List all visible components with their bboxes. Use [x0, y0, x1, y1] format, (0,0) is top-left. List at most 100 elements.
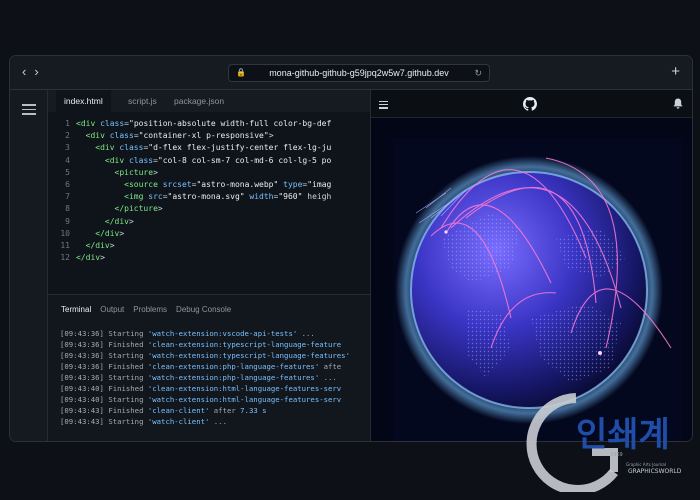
line-code: <div class="container-xl p-responsive">: [85, 131, 274, 141]
line-code: </div>: [76, 253, 105, 263]
line-number: 4: [65, 155, 70, 165]
line-code: </div>: [104, 216, 134, 226]
terminal-task: 'watch-extension:typescript-language-fea…: [147, 351, 350, 360]
reload-icon[interactable]: ↻: [474, 65, 482, 81]
watermark-tagline: Graphic Arts Journal: [626, 462, 666, 467]
preview-toolbar: [371, 90, 692, 118]
tab-output[interactable]: Output: [100, 305, 124, 314]
line-number: 12: [60, 253, 70, 263]
bell-icon[interactable]: [673, 98, 683, 110]
code-line[interactable]: 12 </div>: [48, 252, 370, 264]
line-number: 1: [65, 119, 70, 128]
address-bar[interactable]: 🔒 mona-github-github-g59jpq2w5w7.github.…: [228, 64, 490, 82]
activity-bar: [10, 90, 48, 441]
line-code: <picture>: [114, 167, 158, 177]
plus-icon[interactable]: +: [671, 63, 680, 80]
line-code: <source srcset="astro-mona.webp" type="i…: [124, 179, 332, 189]
line-number: 9: [65, 216, 70, 226]
terminal-verb: Starting: [108, 329, 148, 338]
terminal-verb: Finished: [108, 340, 148, 349]
tab-debug-console[interactable]: Debug Console: [176, 305, 231, 314]
terminal-task: 'clean-extension:typescript-language-fea…: [147, 340, 342, 349]
bottom-panel: Terminal Output Problems Debug Console […: [48, 294, 370, 441]
tab-index-html[interactable]: index.html: [56, 90, 111, 112]
line-number: 3: [65, 143, 70, 153]
terminal-tail: afte: [319, 362, 342, 371]
nav-arrows: ‹ ›: [22, 65, 39, 79]
hamburger-icon[interactable]: [22, 104, 36, 118]
code-line[interactable]: 3 <div class="d-flex flex-justify-center…: [48, 142, 370, 154]
terminal-time: [09:43:36]: [60, 329, 109, 338]
terminal-tail: ...: [209, 417, 227, 426]
code-line[interactable]: 8 </picture>: [48, 203, 370, 215]
terminal-line: [09:43:40] Starting 'watch-extension:htm…: [60, 394, 366, 405]
terminal-time: [09:43:40]: [60, 384, 109, 393]
code-line[interactable]: 1 <div class="position-absolute width-ful…: [48, 118, 370, 130]
line-number: 5: [65, 167, 70, 177]
tab-script-js[interactable]: script.js: [120, 90, 165, 112]
url-text: mona-github-github-g59jpq2w5w7.github.de…: [269, 68, 449, 78]
editor-tabs: index.html script.js package.json: [48, 90, 370, 112]
publisher-watermark: 인쇄계 1969 Graphic Arts Journal GRAPHICSWO…: [526, 393, 682, 492]
tab-terminal[interactable]: Terminal: [61, 305, 91, 314]
watermark-text: 인쇄계: [576, 415, 670, 455]
line-code: <div class="d-flex flex-justify-center f…: [95, 143, 332, 153]
code-line[interactable]: 7 <img src="astro-mona.svg" width="960" …: [48, 191, 370, 203]
terminal-verb: Finished: [108, 406, 148, 415]
terminal-line: [09:43:36] Starting 'watch-extension:typ…: [60, 350, 366, 361]
code-line[interactable]: 10 </div>: [48, 228, 370, 240]
terminal-task: 'watch-extension:html-language-features-…: [147, 395, 342, 404]
terminal-task: 'watch-client': [147, 417, 210, 426]
terminal-tail: ...: [297, 329, 315, 338]
line-code: <div class="col-8 col-sm-7 col-md-6 col-…: [104, 155, 332, 165]
chevron-right-icon[interactable]: ›: [34, 65, 38, 79]
line-number: 2: [65, 131, 70, 141]
terminal-output[interactable]: [09:43:36] Starting 'watch-extension:vsc…: [60, 328, 366, 427]
line-number: 11: [60, 240, 70, 250]
code-line[interactable]: 2 <div class="container-xl p-responsive"…: [48, 130, 370, 142]
terminal-task: 'clean-extension:html-language-features-…: [147, 384, 342, 393]
terminal-time: [09:43:36]: [60, 351, 109, 360]
code-line[interactable]: 6 <source srcset="astro-mona.webp" type=…: [48, 179, 370, 191]
chevron-left-icon[interactable]: ‹: [22, 65, 26, 79]
terminal-line: [09:43:36] Starting 'watch-extension:php…: [60, 372, 366, 383]
code-line[interactable]: 4 <div class="col-8 col-sm-7 col-md-6 co…: [48, 155, 370, 167]
code-line[interactable]: 9 </div>: [48, 216, 370, 228]
code-lines[interactable]: 1 <div class="position-absolute width-ful…: [48, 118, 370, 264]
terminal-task: 'watch-extension:vscode-api-tests': [147, 329, 298, 338]
terminal-verb: Starting: [108, 395, 148, 404]
line-code: </div>: [85, 240, 115, 250]
line-code: </div>: [95, 228, 125, 238]
watermark-year: 1969: [610, 452, 623, 458]
terminal-time: [09:43:43]: [60, 417, 109, 426]
terminal-line: [09:43:40] Finished 'clean-extension:htm…: [60, 383, 366, 394]
github-logo-icon[interactable]: [523, 97, 537, 111]
line-number: 7: [65, 192, 70, 202]
title-bar: ‹ › 🔒 mona-github-github-g59jpq2w5w7.git…: [10, 56, 692, 90]
hamburger-icon[interactable]: [379, 101, 388, 111]
line-code: <img src="astro-mona.svg" width="960" he…: [124, 192, 332, 202]
code-line[interactable]: 11 </div>: [48, 240, 370, 252]
code-line[interactable]: 5 <picture>: [48, 167, 370, 179]
terminal-task: 'clean-extension:php-language-features': [147, 362, 320, 371]
line-code: </picture>: [114, 204, 163, 214]
terminal-verb: Starting: [108, 417, 148, 426]
lock-icon: 🔒: [236, 68, 246, 77]
tab-package-json[interactable]: package.json: [166, 90, 232, 112]
terminal-verb: Finished: [108, 362, 148, 371]
terminal-task: 'clean-client': [147, 406, 210, 415]
terminal-num: 7.33 s: [240, 406, 267, 415]
terminal-tail: ...: [319, 373, 337, 382]
terminal-line: [09:43:36] Starting 'watch-extension:vsc…: [60, 328, 366, 339]
line-code: <div class="position-absolute width-full…: [76, 119, 332, 128]
tab-problems[interactable]: Problems: [133, 305, 167, 314]
watermark-sub: GRAPHICSWORLD: [628, 468, 682, 475]
code-editor: index.html script.js package.json 1 <div …: [48, 90, 370, 294]
line-number: 6: [65, 179, 70, 189]
panel-tabs: Terminal Output Problems Debug Console: [61, 305, 231, 314]
terminal-time: [09:43:36]: [60, 340, 109, 349]
terminal-verb: Finished: [108, 384, 148, 393]
terminal-time: [09:43:36]: [60, 362, 109, 371]
line-number: 8: [65, 204, 70, 214]
line-number: 10: [60, 228, 70, 238]
